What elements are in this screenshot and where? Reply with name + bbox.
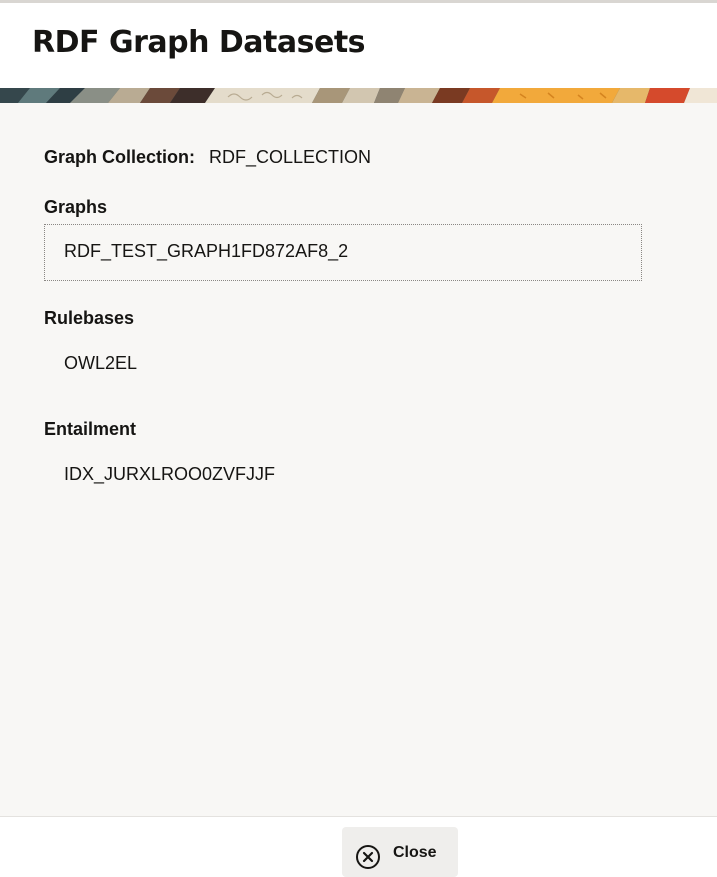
entailment-item: IDX_JURXLROO0ZVFJJF: [64, 464, 276, 484]
decorative-banner: [0, 88, 717, 103]
close-circle-icon: [356, 845, 380, 869]
graph-list-item: RDF_TEST_GRAPH1FD872AF8_2: [64, 241, 349, 261]
close-button-label: Close: [393, 844, 437, 861]
dialog-header: RDF Graph Datasets: [0, 3, 717, 88]
rulebases-label: Rulebases: [44, 308, 135, 328]
close-button[interactable]: Close: [342, 827, 458, 877]
dialog-title: RDF Graph Datasets: [32, 25, 366, 60]
graph-collection-label: Graph Collection:: [44, 147, 196, 167]
graph-collection-row: Graph Collection: RDF_COLLECTION: [44, 147, 371, 168]
dialog-footer: Close: [0, 816, 717, 877]
dialog-body: Graph Collection: RDF_COLLECTION Graphs …: [0, 103, 717, 816]
banner-pattern-icon: [0, 88, 717, 103]
entailment-label: Entailment: [44, 419, 137, 439]
graph-collection-value: RDF_COLLECTION: [209, 147, 372, 167]
rulebase-item: OWL2EL: [64, 353, 138, 373]
graphs-label: Graphs: [44, 197, 108, 217]
graphs-list: RDF_TEST_GRAPH1FD872AF8_2: [44, 224, 642, 281]
